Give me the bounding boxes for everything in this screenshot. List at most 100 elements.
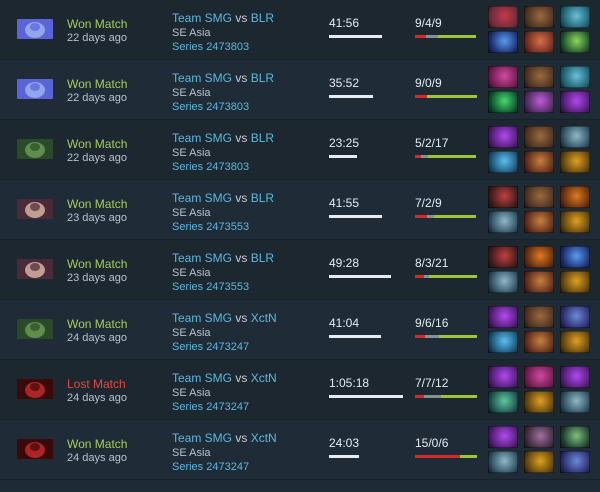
mage-hero-icon bbox=[17, 199, 53, 219]
claw-blade-item-icon[interactable] bbox=[524, 426, 554, 448]
helm-item-icon[interactable] bbox=[488, 271, 518, 293]
hero-portrait[interactable] bbox=[17, 139, 53, 159]
boots-item-icon[interactable] bbox=[524, 126, 554, 148]
series-link[interactable]: Series 2473803 bbox=[172, 41, 249, 53]
series-link[interactable]: Series 2473803 bbox=[172, 101, 249, 113]
boots-item-icon[interactable] bbox=[524, 306, 554, 328]
claw-item-icon[interactable] bbox=[524, 391, 554, 413]
team-link-home[interactable]: Team SMG bbox=[172, 131, 232, 145]
team-link-away[interactable]: BLR bbox=[251, 251, 274, 265]
axe-item-icon[interactable] bbox=[560, 6, 590, 28]
team-link-home[interactable]: Team SMG bbox=[172, 71, 232, 85]
match-result[interactable]: Won Match bbox=[67, 137, 127, 151]
team-link-away[interactable]: XctN bbox=[251, 431, 277, 445]
axe-item-icon[interactable] bbox=[560, 66, 590, 88]
boots-item-icon[interactable] bbox=[524, 66, 554, 88]
spear-item-icon[interactable] bbox=[560, 426, 590, 448]
cross-item-icon[interactable] bbox=[488, 126, 518, 148]
match-row[interactable]: Won Match 23 days ago Team SMG vs BLR SE… bbox=[0, 180, 600, 240]
match-result[interactable]: Won Match bbox=[67, 77, 127, 91]
boots-item-icon[interactable] bbox=[524, 186, 554, 208]
match-result[interactable]: Won Match bbox=[67, 437, 127, 451]
helm-item-icon[interactable] bbox=[560, 391, 590, 413]
team-link-away[interactable]: BLR bbox=[251, 71, 274, 85]
match-region: SE Asia bbox=[172, 207, 211, 219]
sword-item-icon[interactable] bbox=[560, 31, 590, 53]
match-result[interactable]: Won Match bbox=[67, 197, 127, 211]
boots-item-icon[interactable] bbox=[524, 6, 554, 28]
match-row[interactable]: Won Match 23 days ago Team SMG vs BLR SE… bbox=[0, 240, 600, 300]
match-duration: 49:28 bbox=[329, 256, 360, 270]
series-link[interactable]: Series 2473247 bbox=[172, 461, 249, 473]
series-link[interactable]: Series 2473553 bbox=[172, 221, 249, 233]
series-link[interactable]: Series 2473247 bbox=[172, 401, 249, 413]
helm-item-icon[interactable] bbox=[488, 451, 518, 473]
series-link[interactable]: Series 2473803 bbox=[172, 161, 249, 173]
claw-item-icon[interactable] bbox=[524, 451, 554, 473]
claw-item-icon[interactable] bbox=[560, 271, 590, 293]
hero-portrait[interactable] bbox=[17, 259, 53, 279]
team-link-away[interactable]: BLR bbox=[251, 131, 274, 145]
team-link-home[interactable]: Team SMG bbox=[172, 431, 232, 445]
cross-item-icon[interactable] bbox=[560, 91, 590, 113]
hero-portrait[interactable] bbox=[17, 199, 53, 219]
cross-item-icon[interactable] bbox=[488, 366, 518, 388]
team-link-home[interactable]: Team SMG bbox=[172, 311, 232, 325]
match-result[interactable]: Won Match bbox=[67, 317, 127, 331]
match-result[interactable]: Won Match bbox=[67, 257, 127, 271]
claw-item-icon[interactable] bbox=[560, 211, 590, 233]
team-link-away[interactable]: XctN bbox=[251, 311, 277, 325]
orb-item-icon[interactable] bbox=[560, 246, 590, 268]
gem-item-icon[interactable] bbox=[488, 66, 518, 88]
drum-item-icon[interactable] bbox=[524, 211, 554, 233]
wand-item-icon[interactable] bbox=[488, 391, 518, 413]
cross-item-icon[interactable] bbox=[488, 426, 518, 448]
team-link-away[interactable]: BLR bbox=[251, 191, 274, 205]
helm-item-icon[interactable] bbox=[488, 211, 518, 233]
crystal-item-icon[interactable] bbox=[488, 151, 518, 173]
match-row[interactable]: Won Match 22 days ago Team SMG vs BLR SE… bbox=[0, 120, 600, 180]
match-result[interactable]: Lost Match bbox=[67, 377, 126, 391]
staff-item-icon[interactable] bbox=[560, 306, 590, 328]
fire-item-icon[interactable] bbox=[560, 186, 590, 208]
cross-item-icon[interactable] bbox=[488, 306, 518, 328]
match-history-list: Won Match 22 days ago Team SMG vs BLR SE… bbox=[0, 0, 600, 480]
claw-item-icon[interactable] bbox=[560, 331, 590, 353]
crab-item-icon[interactable] bbox=[488, 246, 518, 268]
hero-portrait[interactable] bbox=[17, 19, 53, 39]
hero-portrait[interactable] bbox=[17, 439, 53, 459]
orb-item-icon[interactable] bbox=[488, 31, 518, 53]
drum-item-icon[interactable] bbox=[524, 331, 554, 353]
crystal-item-icon[interactable] bbox=[488, 331, 518, 353]
crab-item-icon[interactable] bbox=[488, 186, 518, 208]
team-link-home[interactable]: Team SMG bbox=[172, 371, 232, 385]
claw-item-icon[interactable] bbox=[560, 151, 590, 173]
helm-item-icon[interactable] bbox=[560, 126, 590, 148]
match-row[interactable]: Won Match 24 days ago Team SMG vs XctN S… bbox=[0, 300, 600, 360]
series-link[interactable]: Series 2473247 bbox=[172, 341, 249, 353]
emerald-item-icon[interactable] bbox=[488, 91, 518, 113]
cross-item-icon[interactable] bbox=[560, 366, 590, 388]
match-result[interactable]: Won Match bbox=[67, 17, 127, 31]
dagger-item-icon[interactable] bbox=[524, 91, 554, 113]
gem-item-icon[interactable] bbox=[524, 366, 554, 388]
match-row[interactable]: Won Match 22 days ago Team SMG vs BLR SE… bbox=[0, 0, 600, 60]
drum-item-icon[interactable] bbox=[524, 271, 554, 293]
team-link-home[interactable]: Team SMG bbox=[172, 191, 232, 205]
team-link-home[interactable]: Team SMG bbox=[172, 11, 232, 25]
hammer-item-icon[interactable] bbox=[524, 31, 554, 53]
match-row[interactable]: Won Match 22 days ago Team SMG vs BLR SE… bbox=[0, 60, 600, 120]
hero-portrait[interactable] bbox=[17, 379, 53, 399]
team-link-home[interactable]: Team SMG bbox=[172, 251, 232, 265]
team-link-away[interactable]: BLR bbox=[251, 11, 274, 25]
fire-item-icon[interactable] bbox=[524, 246, 554, 268]
hero-portrait[interactable] bbox=[17, 79, 53, 99]
match-row[interactable]: Won Match 24 days ago Team SMG vs XctN S… bbox=[0, 420, 600, 480]
series-link[interactable]: Series 2473553 bbox=[172, 281, 249, 293]
dagger-item-icon[interactable] bbox=[488, 6, 518, 28]
match-row[interactable]: Lost Match 24 days ago Team SMG vs XctN … bbox=[0, 360, 600, 420]
staff-item-icon[interactable] bbox=[560, 451, 590, 473]
hero-portrait[interactable] bbox=[17, 319, 53, 339]
team-link-away[interactable]: XctN bbox=[251, 371, 277, 385]
drum-item-icon[interactable] bbox=[524, 151, 554, 173]
